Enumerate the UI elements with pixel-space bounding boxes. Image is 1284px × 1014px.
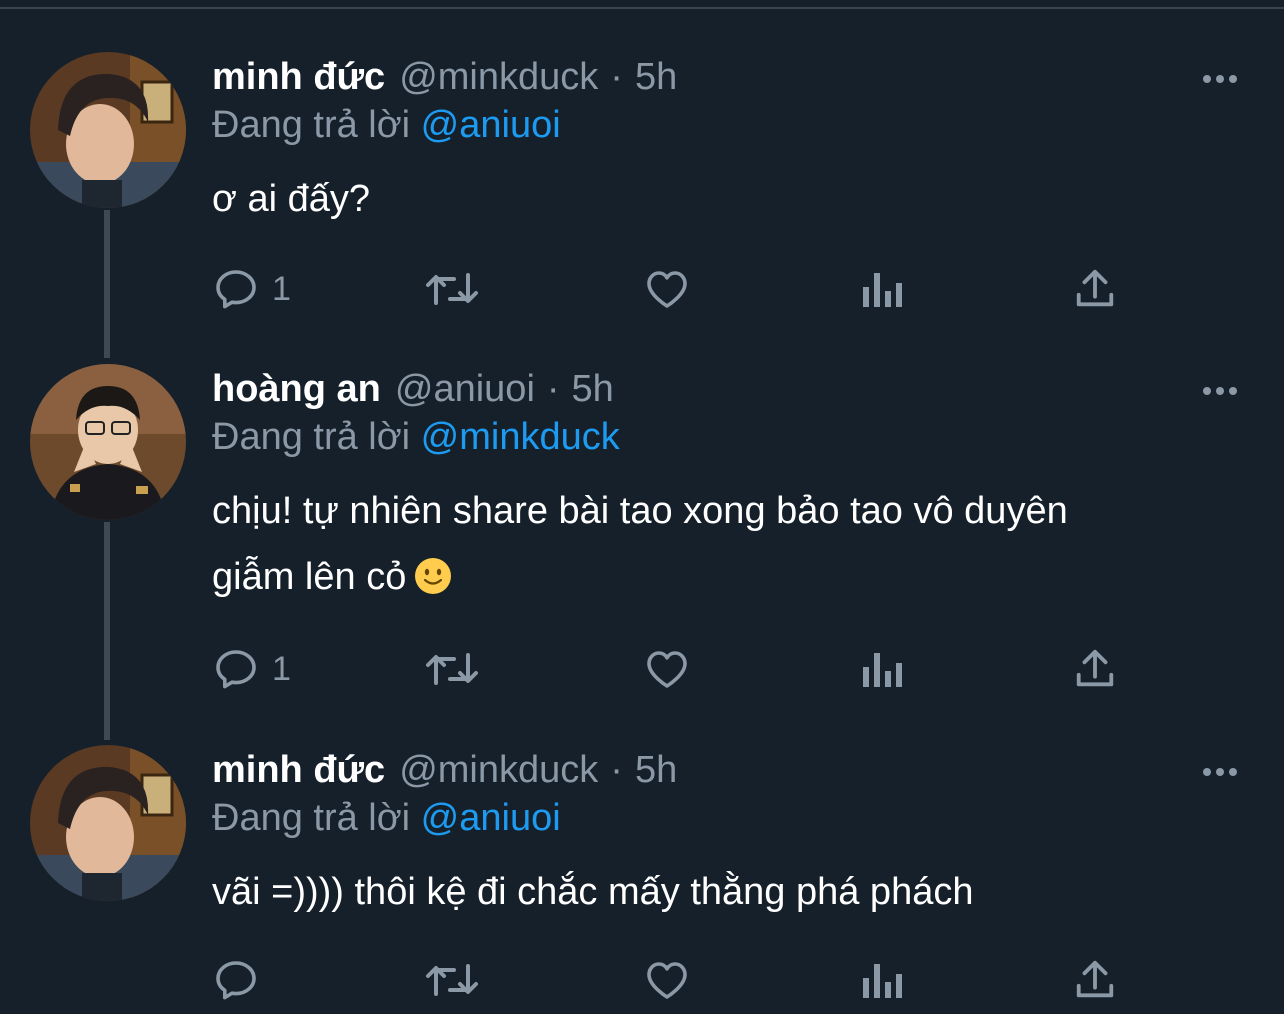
tweet-text: vãi =)))) thôi kệ đi chắc mấy thằng phá …: [212, 859, 1222, 925]
reply-icon: [216, 650, 256, 689]
reply-icon: [216, 270, 256, 309]
reply-button[interactable]: 1: [212, 644, 291, 694]
separator-dot: ·: [610, 55, 623, 98]
author-handle[interactable]: @minkduck: [399, 749, 598, 792]
heart-icon: [647, 962, 687, 999]
heart-icon: [647, 651, 687, 688]
timestamp[interactable]: 5h: [572, 368, 614, 411]
tweet-text-line-with-emoji: giẫm lên cỏ: [212, 544, 1222, 610]
tweet-text-line: giẫm lên cỏ: [212, 556, 407, 598]
analytics-button[interactable]: [860, 264, 904, 314]
like-button[interactable]: [642, 264, 692, 314]
retweet-button[interactable]: [424, 644, 480, 694]
mention-link[interactable]: @aniuoi: [421, 797, 561, 839]
avatar[interactable]: [30, 745, 186, 901]
analytics-icon: [863, 653, 902, 687]
author-name[interactable]: minh đức: [212, 56, 385, 99]
analytics-icon: [863, 964, 902, 998]
retweet-icon: [426, 273, 478, 305]
reply-button[interactable]: 1: [212, 264, 291, 314]
separator-dot: ·: [610, 748, 623, 791]
share-button[interactable]: [1072, 264, 1118, 314]
top-divider: [0, 0, 1284, 9]
reply-count: 1: [272, 649, 291, 688]
replying-to-label: Đang trả lời: [212, 104, 411, 146]
timestamp[interactable]: 5h: [635, 56, 677, 99]
tweet-text: chịu! tự nhiên share bài tao xong bảo ta…: [212, 478, 1222, 610]
tweet-text-line: ơ ai đấy?: [212, 178, 371, 220]
reply-button[interactable]: [212, 955, 272, 1005]
replying-to-label: Đang trả lời: [212, 797, 411, 839]
tweet-header: minh đức @minkduck · 5h: [212, 52, 677, 102]
tweet-text-line: chịu! tự nhiên share bài tao xong bảo ta…: [212, 490, 1068, 532]
thread-connector-line: [104, 522, 110, 740]
reply-icon: [216, 961, 256, 1000]
share-icon: [1076, 269, 1114, 307]
share-icon: [1076, 960, 1114, 998]
analytics-button[interactable]: [860, 644, 904, 694]
author-name[interactable]: minh đức: [212, 749, 385, 792]
separator-dot: ·: [546, 367, 560, 410]
analytics-button[interactable]: [860, 955, 904, 1005]
tweet-actions: 1: [212, 644, 1172, 694]
author-name[interactable]: hoàng an: [212, 368, 381, 411]
tweet-actions: 1: [212, 264, 1172, 314]
like-button[interactable]: [642, 644, 692, 694]
avatar[interactable]: [30, 52, 186, 208]
tweet-actions: [212, 955, 1172, 1005]
timestamp[interactable]: 5h: [635, 749, 677, 792]
author-handle[interactable]: @aniuoi: [395, 368, 535, 411]
tweet-text: ơ ai đấy?: [212, 166, 1222, 232]
retweet-icon: [426, 964, 478, 996]
like-button[interactable]: [642, 955, 692, 1005]
replying-to-label: Đang trả lời: [212, 416, 411, 458]
mention-link[interactable]: @minkduck: [421, 416, 620, 458]
replying-to-line: Đang trả lời @aniuoi: [212, 797, 561, 840]
thread-connector-line: [104, 210, 110, 358]
mention-link[interactable]: @aniuoi: [421, 104, 561, 146]
retweet-button[interactable]: [424, 955, 480, 1005]
share-icon: [1076, 649, 1114, 687]
tweet-text-line: vãi =)))) thôi kệ đi chắc mấy thằng phá …: [212, 871, 974, 913]
author-handle[interactable]: @minkduck: [399, 56, 598, 99]
retweet-button[interactable]: [424, 264, 480, 314]
retweet-icon: [426, 653, 478, 685]
tweet-header: hoàng an @aniuoi · 5h: [212, 364, 614, 414]
more-icon[interactable]: [1196, 757, 1244, 787]
heart-icon: [647, 271, 687, 308]
tweet-header: minh đức @minkduck · 5h: [212, 745, 677, 795]
share-button[interactable]: [1072, 644, 1118, 694]
avatar[interactable]: [30, 364, 186, 520]
replying-to-line: Đang trả lời @minkduck: [212, 416, 620, 459]
replying-to-line: Đang trả lời @aniuoi: [212, 104, 561, 147]
analytics-icon: [863, 273, 902, 307]
slightly-smiling-face-icon: [415, 558, 452, 594]
reply-count: 1: [272, 269, 291, 308]
more-icon[interactable]: [1196, 376, 1244, 406]
thread-view: minh đức @minkduck · 5h Đang trả lời @an…: [0, 0, 1284, 1014]
share-button[interactable]: [1072, 955, 1118, 1005]
more-icon[interactable]: [1196, 64, 1244, 94]
